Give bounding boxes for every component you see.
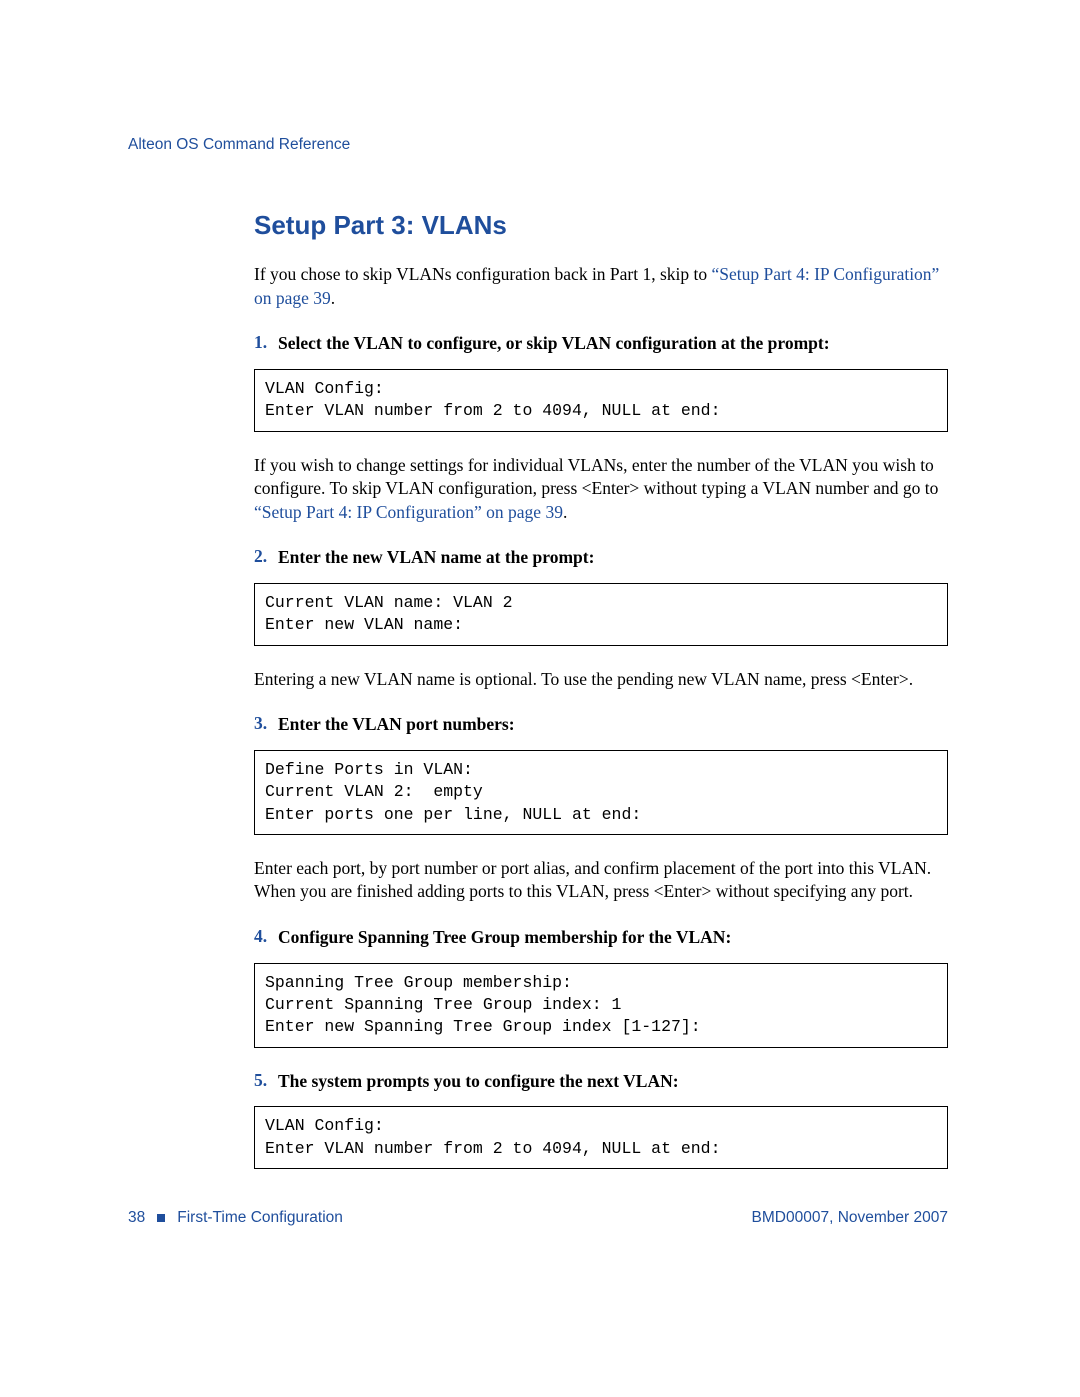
section-title: Setup Part 3: VLANs: [254, 210, 948, 241]
step-2: 2. Enter the new VLAN name at the prompt…: [254, 546, 948, 569]
step-2-followup: Entering a new VLAN name is optional. To…: [254, 668, 948, 692]
code-block: VLAN Config: Enter VLAN number from 2 to…: [254, 369, 948, 432]
code-block: Define Ports in VLAN: Current VLAN 2: em…: [254, 750, 948, 835]
step-number: 3.: [254, 713, 278, 736]
step-1-followup: If you wish to change settings for indiv…: [254, 454, 948, 525]
running-head: Alteon OS Command Reference: [128, 136, 948, 154]
page-footer: 38 First-Time Configuration BMD00007, No…: [128, 1209, 948, 1227]
page-content: Alteon OS Command Reference Setup Part 3…: [128, 136, 948, 1191]
step-5: 5. The system prompts you to configure t…: [254, 1070, 948, 1093]
step-heading: Select the VLAN to configure, or skip VL…: [278, 332, 830, 355]
followup-post: .: [563, 502, 567, 522]
intro-text-pre: If you chose to skip VLANs configuration…: [254, 264, 712, 284]
followup-pre: If you wish to change settings for indiv…: [254, 455, 938, 499]
step-number: 4.: [254, 926, 278, 949]
footer-left: 38 First-Time Configuration: [128, 1209, 343, 1227]
step-number: 1.: [254, 332, 278, 355]
code-block: VLAN Config: Enter VLAN number from 2 to…: [254, 1106, 948, 1169]
page-number: 38: [128, 1209, 145, 1227]
step-heading: Enter the VLAN port numbers:: [278, 713, 515, 736]
step-1: 1. Select the VLAN to configure, or skip…: [254, 332, 948, 355]
code-block: Spanning Tree Group membership: Current …: [254, 963, 948, 1048]
step-4: 4. Configure Spanning Tree Group members…: [254, 926, 948, 949]
body-column: Setup Part 3: VLANs If you chose to skip…: [254, 210, 948, 1169]
square-bullet-icon: [157, 1214, 165, 1222]
doc-id: BMD00007, November 2007: [752, 1209, 948, 1227]
code-block: Current VLAN name: VLAN 2 Enter new VLAN…: [254, 583, 948, 646]
intro-paragraph: If you chose to skip VLANs configuration…: [254, 263, 948, 310]
step-heading: Enter the new VLAN name at the prompt:: [278, 546, 594, 569]
step-heading: The system prompts you to configure the …: [278, 1070, 679, 1093]
step-number: 5.: [254, 1070, 278, 1093]
chapter-name: First-Time Configuration: [177, 1209, 343, 1227]
xref-setup-part4[interactable]: “Setup Part 4: IP Configuration” on page…: [254, 502, 563, 522]
intro-text-post: .: [331, 288, 335, 308]
step-heading: Configure Spanning Tree Group membership…: [278, 926, 731, 949]
step-3: 3. Enter the VLAN port numbers:: [254, 713, 948, 736]
step-number: 2.: [254, 546, 278, 569]
step-3-followup: Enter each port, by port number or port …: [254, 857, 948, 904]
